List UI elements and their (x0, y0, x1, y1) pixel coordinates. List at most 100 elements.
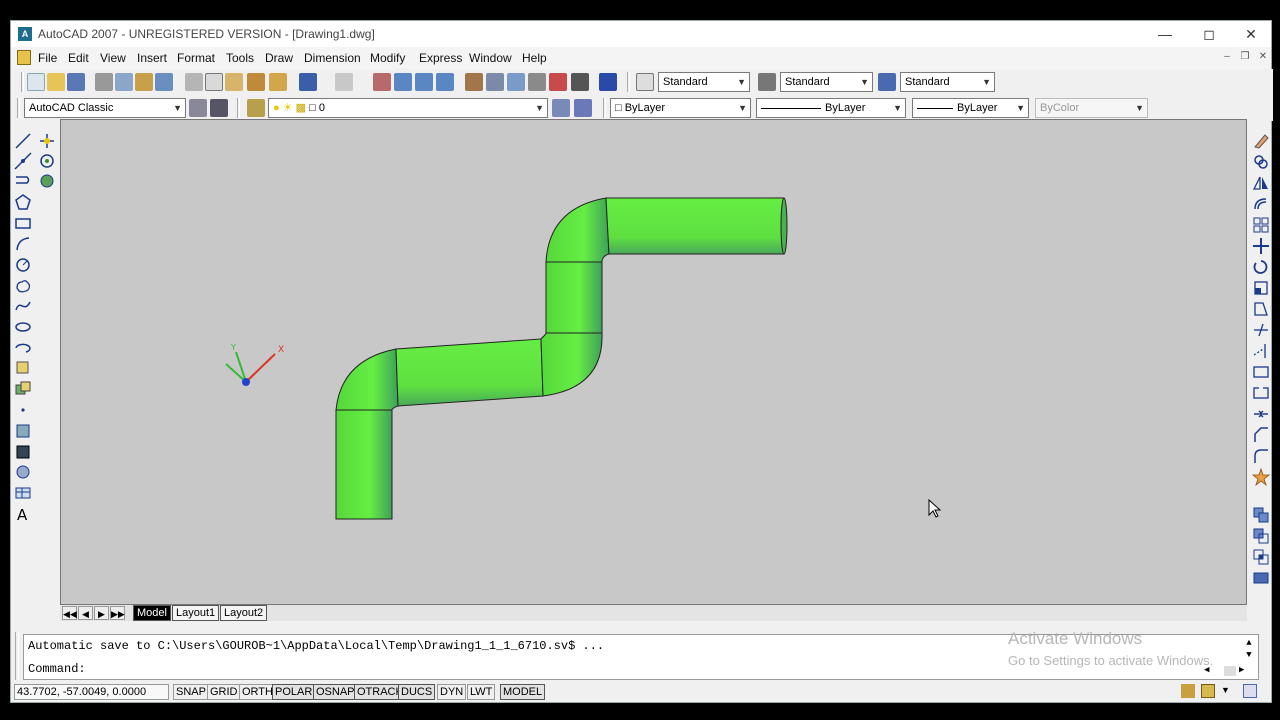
3d-orbit-icon[interactable] (37, 131, 57, 151)
properties-icon[interactable] (465, 73, 483, 91)
table-style-select[interactable]: Standard ▼ (900, 72, 995, 92)
text-style-icon[interactable] (636, 73, 654, 91)
redo-icon[interactable] (335, 73, 353, 91)
fillet-icon[interactable] (1251, 446, 1271, 466)
workspace-select[interactable]: AutoCAD Classic ▼ (24, 98, 186, 118)
coordinate-display[interactable]: 43.7702, -57.0049, 0.0000 (14, 684, 169, 700)
menu-format[interactable]: Format (177, 51, 215, 65)
ellipse-icon[interactable] (13, 317, 33, 337)
command-scroll-thumb[interactable] (1224, 666, 1236, 676)
menu-express[interactable]: Express (419, 51, 462, 65)
scale-icon[interactable] (1251, 278, 1271, 298)
ellipse-arc-icon[interactable] (13, 338, 33, 358)
save-icon[interactable] (67, 73, 85, 91)
doc-minimize-button[interactable]: – (1219, 49, 1235, 65)
design-center-icon[interactable] (486, 73, 504, 91)
pipe-lower-elbow[interactable] (335, 348, 399, 411)
table-icon[interactable] (13, 483, 33, 503)
menu-tools[interactable]: Tools (226, 51, 254, 65)
break-icon[interactable] (1251, 383, 1271, 403)
open-icon[interactable] (47, 73, 65, 91)
copy-object-icon[interactable] (1251, 152, 1271, 172)
dim-style-select[interactable]: Standard ▼ (780, 72, 873, 92)
polyline-icon[interactable] (13, 171, 33, 191)
doc-close-button[interactable]: ✕ (1255, 49, 1271, 65)
my-workspace-icon[interactable] (210, 99, 228, 117)
autocad-app-icon[interactable]: A (18, 27, 32, 41)
circle-icon[interactable] (13, 255, 33, 275)
next-tab-button[interactable]: ▶ (94, 606, 109, 620)
status-toggle-model[interactable]: MODEL (500, 684, 546, 700)
menu-modify[interactable]: Modify (370, 51, 405, 65)
toolbar-grip[interactable] (603, 98, 606, 118)
rotate-icon[interactable] (1251, 257, 1271, 277)
command-prompt[interactable]: Command: (28, 662, 86, 676)
hatch-icon[interactable] (13, 421, 33, 441)
color-control-select[interactable]: □ ByLayer ▼ (610, 98, 751, 118)
menu-file[interactable]: File (38, 51, 57, 65)
erase-icon[interactable] (1251, 131, 1271, 151)
block-editor-icon[interactable] (269, 73, 287, 91)
toolbar-grip[interactable] (21, 72, 24, 92)
undo-icon[interactable] (299, 73, 317, 91)
continuous-orbit-icon[interactable] (37, 171, 57, 191)
status-toggle-osnap[interactable]: OSNAP (313, 684, 358, 700)
gradient-icon[interactable] (13, 442, 33, 462)
tab-model[interactable]: Model (133, 605, 171, 621)
explode-icon[interactable] (1251, 467, 1271, 487)
layer-manager-icon[interactable] (247, 99, 265, 117)
menu-help[interactable]: Help (522, 51, 547, 65)
new-icon[interactable] (27, 73, 45, 91)
union-icon[interactable] (1251, 505, 1271, 525)
construction-line-icon[interactable] (13, 151, 33, 171)
rectangle-icon[interactable] (13, 213, 33, 233)
join-icon[interactable] (1251, 404, 1271, 424)
pipe-upper-vertical[interactable] (545, 261, 603, 334)
status-menu-arrow[interactable]: ▼ (1221, 685, 1230, 695)
revision-cloud-icon[interactable] (13, 276, 33, 296)
pipe-upper-elbow[interactable] (545, 197, 610, 263)
tool-palettes-icon[interactable] (507, 73, 525, 91)
insert-block-icon[interactable] (13, 358, 33, 378)
toolbar-grip[interactable] (237, 98, 240, 118)
point-icon[interactable] (13, 400, 33, 420)
close-button[interactable]: ✕ (1229, 21, 1273, 47)
status-toggle-snap[interactable]: SNAP (173, 684, 209, 700)
break-at-point-icon[interactable] (1251, 362, 1271, 382)
zoom-realtime-icon[interactable] (394, 73, 412, 91)
communication-center-icon[interactable] (1181, 684, 1195, 698)
pipe-middle-horizontal[interactable] (395, 338, 544, 407)
tab-layout2[interactable]: Layout2 (220, 605, 268, 621)
menu-edit[interactable]: Edit (68, 51, 89, 65)
polygon-icon[interactable] (13, 192, 33, 212)
status-toggle-lwt[interactable]: LWT (467, 684, 496, 700)
copy-icon[interactable] (205, 73, 223, 91)
menu-view[interactable]: View (100, 51, 126, 65)
stretch-icon[interactable] (1251, 299, 1271, 319)
workspace-settings-icon[interactable] (189, 99, 207, 117)
menu-draw[interactable]: Draw (265, 51, 293, 65)
command-scroll-up[interactable]: ▲ (1242, 638, 1256, 648)
multiline-text-icon[interactable]: A (13, 504, 33, 524)
last-tab-button[interactable]: ▶▶ (110, 606, 125, 620)
maximize-button[interactable]: ◻ (1187, 21, 1231, 47)
mirror-icon[interactable] (1251, 173, 1271, 193)
paste-icon[interactable] (225, 73, 243, 91)
lock-toolbar-icon[interactable] (1201, 684, 1215, 698)
zoom-window-icon[interactable] (415, 73, 433, 91)
calculator-icon[interactable] (571, 73, 589, 91)
help-icon[interactable] (599, 73, 617, 91)
trim-icon[interactable] (1251, 320, 1271, 340)
pipe-bottom-vertical[interactable] (335, 409, 393, 520)
free-orbit-icon[interactable] (37, 151, 57, 171)
status-toggle-grid[interactable]: GRID (207, 684, 241, 700)
pipe-middle-elbow[interactable] (540, 332, 603, 397)
layer-previous-icon[interactable] (574, 99, 592, 117)
offset-icon[interactable] (1251, 194, 1271, 214)
arc-icon[interactable] (13, 234, 33, 254)
status-toggle-ducs[interactable]: DUCS (398, 684, 436, 700)
doc-restore-button[interactable]: ❐ (1237, 49, 1253, 65)
previous-tab-button[interactable]: ◀ (78, 606, 93, 620)
sheet-set-icon[interactable] (528, 73, 546, 91)
chamfer-icon[interactable] (1251, 425, 1271, 445)
